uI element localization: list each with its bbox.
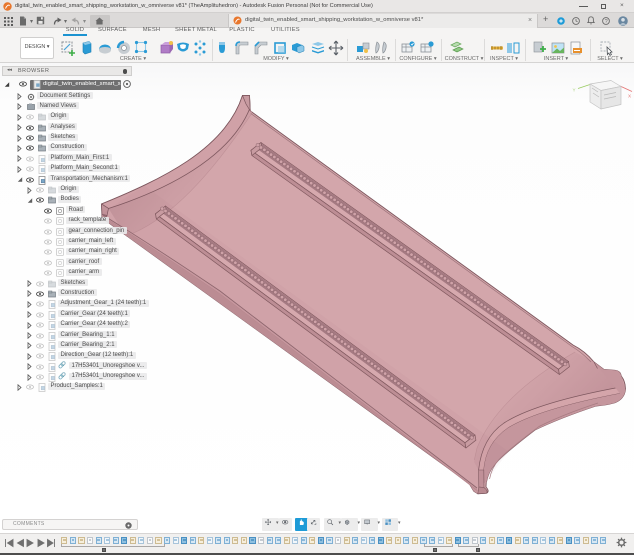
svg-text:X: X: [628, 94, 631, 99]
svg-text:Y: Y: [573, 88, 576, 93]
svg-text:?: ?: [605, 19, 608, 25]
